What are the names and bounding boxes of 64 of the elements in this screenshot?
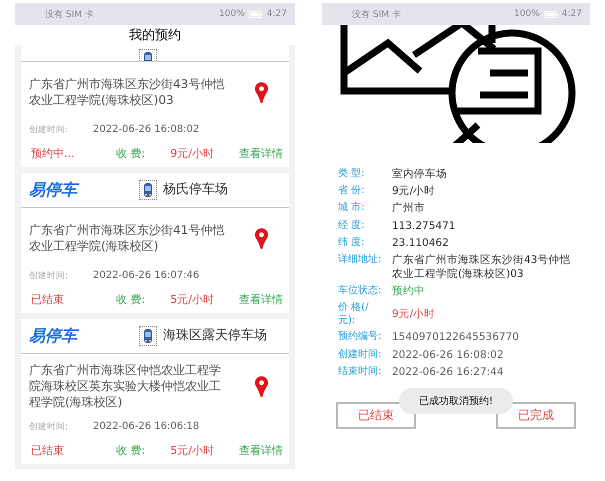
field-value: 2022-06-26 16:08:02 [392,348,505,362]
field-label: 创建时间: [338,348,382,361]
carrier-text: 没有 SIM 卡 [352,8,401,20]
field-value: 2022-06-26 16:27:44 [392,364,505,379]
battery-percent: 100% [219,9,245,19]
fee-label: 收 费: [116,292,146,307]
created-time: 2022-06-26 16:06:18 [93,420,200,433]
created-label: 创建时间: [29,420,69,433]
carrier-text: 没有 SIM 卡 [45,8,94,20]
created-time: 2022-06-26 16:08:02 [93,124,200,136]
clock-time: 4:27 [266,9,287,19]
bus-icon [139,180,157,200]
field-value: 23.110462 [392,236,450,250]
battery-icon [248,10,263,18]
screen-title: 我的预约 [129,27,181,44]
view-details-link[interactable]: 查看详情 [238,442,283,458]
app-logo: 易停车 [29,326,139,346]
status-button[interactable]: 已结束 [336,402,416,429]
field-value: 9元/小时 [392,307,436,322]
toast-message: 已成功取消预约! [399,388,513,414]
view-details-link[interactable]: 查看详情 [238,146,283,161]
created-label: 创建时间: [29,270,69,282]
address-text: 广东省广州市海珠区东沙街43号仲恺农业工程学院(海珠校区)03 [29,76,226,108]
battery-percent: 100% [514,9,540,19]
bus-icon [139,326,157,346]
fee-label: 收 费: [116,442,146,458]
address-text: 广东省广州市海珠区东沙街41号仲恺农业工程学院(海珠校区) [29,222,226,254]
field-label: 预约编号: [338,330,382,344]
app-logo: 易停车 [29,180,139,200]
reservation-status: 已结束 [31,442,65,458]
created-time: 2022-06-26 16:07:46 [93,270,200,282]
field-label: 结束时间: [338,364,382,378]
field-label: 详细地址: [338,252,382,266]
price-text: 5元/小时 [170,442,214,458]
field-value: 1540970122645536770 [392,330,520,345]
battery-icon [544,10,558,18]
field-label: 经 度: [338,218,366,232]
clock-time: 4:27 [562,9,582,19]
price-text: 5元/小时 [170,292,214,307]
field-label: 价 格(/元): [338,301,370,328]
status-button[interactable]: 已完成 [496,402,576,429]
fee-label: 收 费: [116,146,146,161]
address-text: 广东省广州市海珠区仲恺农业工程学院海珠校区英东实验大楼仲恺农业工程学院(海珠校区) [29,362,222,411]
price-text: 9元/小时 [170,146,214,161]
field-value: 广东省广州市海珠区东沙街43号仲恺农业工程学院(海珠校区)03 [392,252,572,282]
reservation-status: 预约中... [31,146,76,161]
field-value: 113.275471 [392,218,456,233]
field-value: 预约中 [392,284,426,298]
field-value: 广州市 [392,201,426,216]
field-label: 城 市: [338,201,366,214]
field-value: 9元/小时 [392,184,436,198]
field-label: 纬 度: [338,236,366,249]
field-value: 室内停车场 [392,167,448,182]
map-pin-icon[interactable] [254,226,269,250]
map-pin-icon[interactable] [254,80,269,104]
map-pin-icon[interactable] [254,374,269,398]
view-details-link[interactable]: 查看详情 [238,292,283,307]
field-label: 类 型: [338,167,366,180]
parking-lot-name: 海珠区露天停车场 [163,328,268,344]
parking-lot-name: 杨氏停车场 [163,182,229,198]
field-label: 车位状态: [338,284,382,298]
field-label: 省 份: [338,184,366,198]
created-label: 创建时间: [29,124,69,136]
reservation-status: 已结束 [31,292,65,307]
